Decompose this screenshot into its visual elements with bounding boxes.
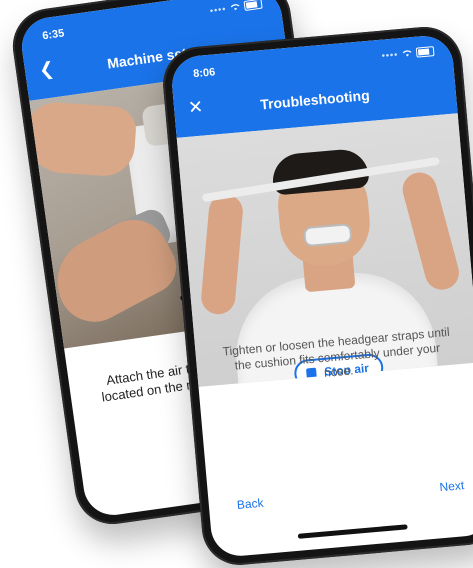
status-icons: •••• [381,46,435,61]
arm [199,193,245,316]
signal-icon: •••• [381,49,399,61]
front-phone-screen: 8:06 •••• ✕ Troubleshooting Stop air Tig… [169,33,473,559]
battery-icon [243,0,263,12]
back-button[interactable]: Back [236,496,264,512]
front-phone: 8:06 •••• ✕ Troubleshooting Stop air Tig… [160,23,473,568]
battery-icon [415,46,435,58]
wifi-icon [230,4,240,11]
status-time: 8:06 [192,66,216,81]
wifi-icon [402,50,412,57]
status-icons: •••• [209,0,263,16]
signal-icon: •••• [209,3,228,16]
hand [29,100,138,178]
status-time: 6:35 [41,27,66,43]
home-indicator [297,524,408,539]
next-button[interactable]: Next [439,478,465,494]
nasal-cushion [302,223,353,248]
arm [398,168,463,294]
